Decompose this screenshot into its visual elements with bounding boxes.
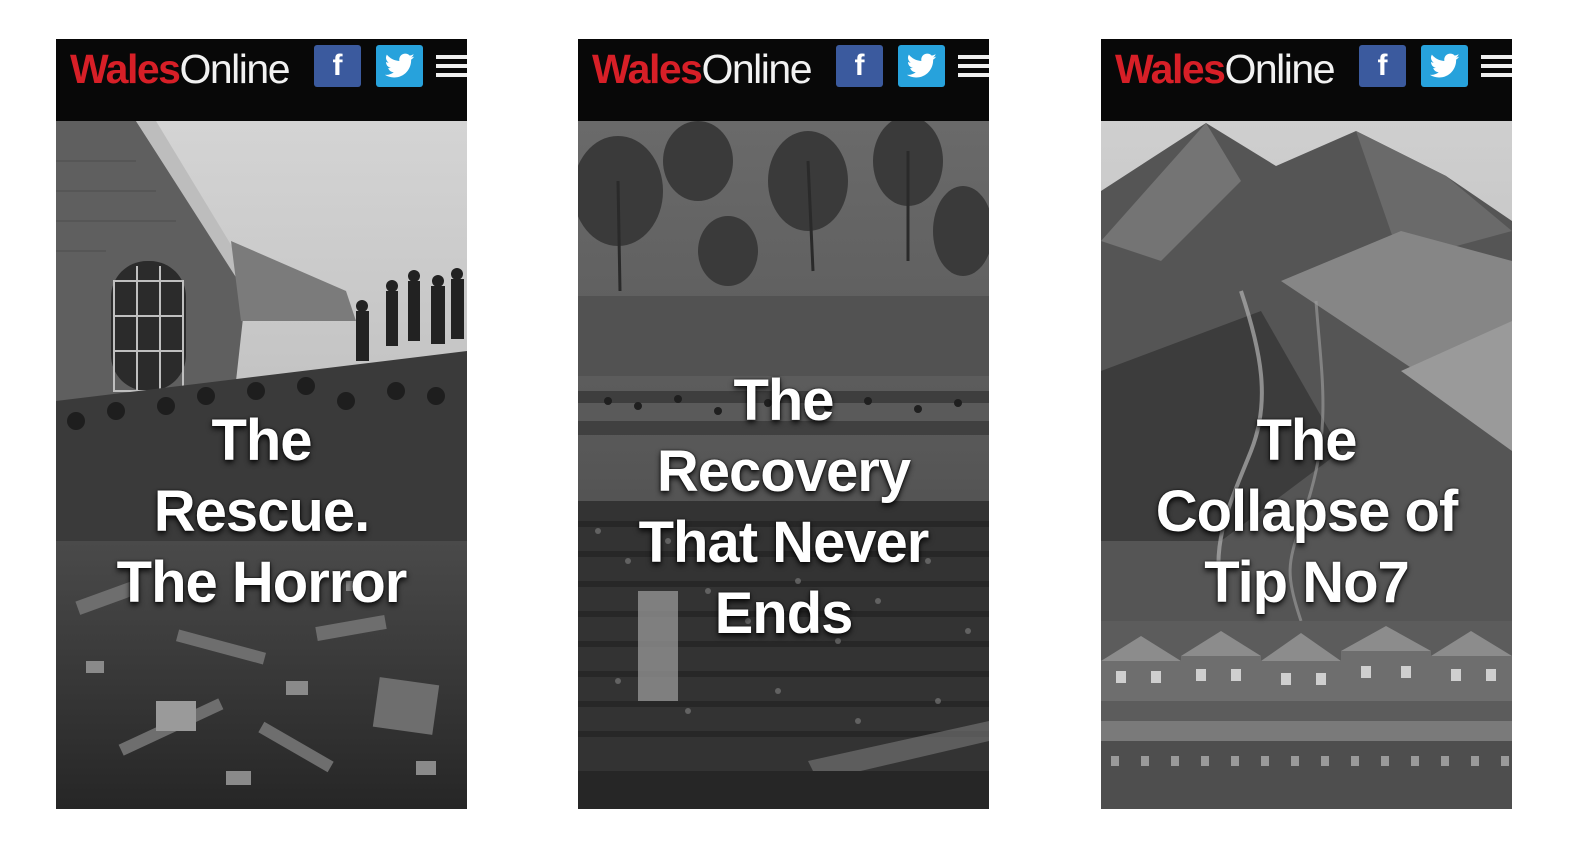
facebook-icon[interactable]: f — [314, 45, 361, 87]
facebook-icon[interactable]: f — [1359, 45, 1406, 87]
site-header: WalesOnline f — [56, 39, 467, 121]
hamburger-menu-icon[interactable] — [958, 55, 989, 77]
story-headline[interactable]: The Recovery That Never Ends — [578, 365, 989, 649]
hamburger-menu-icon[interactable] — [1481, 55, 1512, 77]
site-header: WalesOnline f — [578, 39, 989, 121]
story-headline[interactable]: The Rescue. The Horror — [56, 405, 467, 618]
twitter-icon[interactable] — [376, 45, 423, 87]
story-card-recovery[interactable]: WalesOnline f The Recovery That Never En… — [578, 39, 989, 809]
story-card-rescue[interactable]: WalesOnline f The Rescue. The Horror — [56, 39, 467, 809]
facebook-icon[interactable]: f — [836, 45, 883, 87]
walesonline-logo[interactable]: WalesOnline — [1115, 47, 1335, 91]
story-card-collapse[interactable]: WalesOnline f The Collapse of Tip No7 — [1101, 39, 1512, 809]
walesonline-logo[interactable]: WalesOnline — [70, 47, 290, 91]
site-header: WalesOnline f — [1101, 39, 1512, 121]
story-headline[interactable]: The Collapse of Tip No7 — [1101, 405, 1512, 618]
twitter-icon[interactable] — [898, 45, 945, 87]
twitter-icon[interactable] — [1421, 45, 1468, 87]
hamburger-menu-icon[interactable] — [436, 55, 467, 77]
walesonline-logo[interactable]: WalesOnline — [592, 47, 812, 91]
